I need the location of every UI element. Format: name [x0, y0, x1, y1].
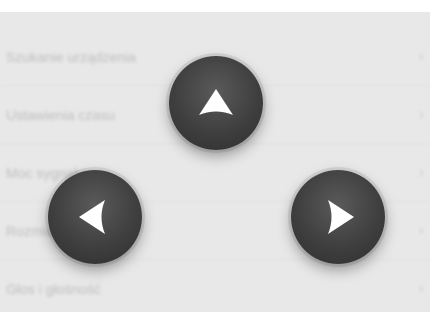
chevron-right-icon: ›	[418, 221, 424, 239]
chevron-right-icon: ›	[418, 163, 424, 181]
menu-item-voice-volume[interactable]: Głos i głośność ›	[0, 260, 430, 312]
settings-screen: Szukanie urządzenia › Ustawienia czasu ›…	[0, 12, 430, 312]
arrow-left-icon	[79, 200, 105, 234]
chevron-right-icon: ›	[418, 47, 424, 65]
nav-up-button[interactable]	[169, 56, 263, 150]
chevron-right-icon: ›	[418, 105, 424, 123]
menu-item-label: Głos i głośność	[6, 280, 101, 297]
chevron-right-icon: ›	[418, 279, 424, 297]
arrow-up-icon	[199, 89, 233, 115]
nav-left-button[interactable]	[48, 170, 142, 264]
menu-item-label: Szukanie urządzenia	[6, 48, 136, 65]
arrow-right-icon	[328, 200, 354, 234]
menu-item-label: Ustawienia czasu	[6, 106, 115, 123]
nav-right-button[interactable]	[291, 170, 385, 264]
